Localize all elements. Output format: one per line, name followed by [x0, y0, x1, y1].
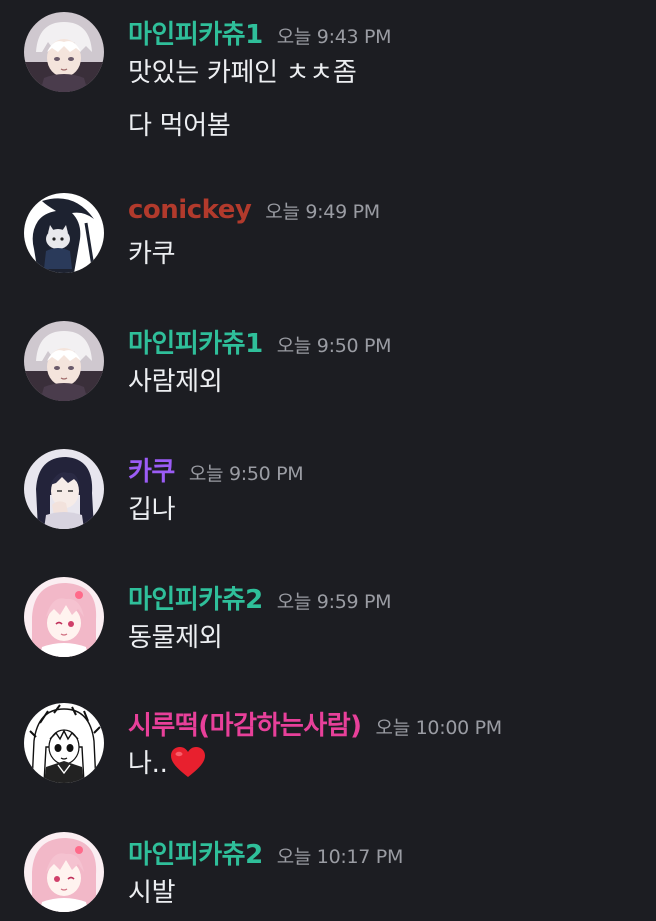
username[interactable]: 마인피카츄2 — [128, 834, 263, 871]
message-text: 깁나 — [128, 495, 176, 525]
username[interactable]: 마인피카츄2 — [128, 579, 263, 616]
grim-reaper-cat-avatar[interactable] — [24, 193, 104, 273]
message-text: 시발 — [128, 878, 176, 908]
message-header: 마인피카츄2 오늘 10:17 PM — [128, 834, 403, 871]
dark-haired-girl-avatar[interactable] — [24, 449, 104, 529]
username[interactable]: 시루떡(마감하는사람) — [128, 705, 362, 742]
message-text-content: 나.. — [128, 749, 168, 779]
manga-sketch-avatar[interactable] — [24, 703, 104, 783]
message-text: 다 먹어봄 — [128, 111, 231, 141]
red-heart-emoji — [170, 746, 206, 785]
pink-haired-girl-avatar[interactable] — [24, 577, 104, 657]
message-header: 마인피카츄2 오늘 9:59 PM — [128, 579, 392, 616]
message-text: 사람제외 — [128, 367, 223, 397]
username[interactable]: 카쿠 — [128, 451, 175, 488]
timestamp: 오늘 9:59 PM — [276, 591, 392, 613]
username[interactable]: conickey — [128, 195, 252, 225]
message-header: 마인피카츄1 오늘 9:50 PM — [128, 323, 392, 360]
timestamp: 오늘 10:00 PM — [375, 717, 503, 739]
message-header: 카쿠 오늘 9:50 PM — [128, 451, 304, 488]
message-text: 맛있는 카페인 ㅊㅊ좀 — [128, 58, 357, 88]
message-header: 마인피카츄1 오늘 9:43 PM — [128, 14, 392, 51]
chat-message-list: 마인피카츄1 오늘 9:43 PM 맛있는 카페인 ㅊㅊ좀 다 먹어봄 coni… — [0, 0, 656, 921]
pink-haired-girl-avatar[interactable] — [24, 832, 104, 912]
timestamp: 오늘 9:43 PM — [276, 26, 392, 48]
message-text: 동물제외 — [128, 623, 223, 653]
white-haired-boy-avatar[interactable] — [24, 12, 104, 92]
message-text: 카쿠 — [128, 239, 176, 269]
timestamp: 오늘 10:17 PM — [276, 846, 404, 868]
message-header: 시루떡(마감하는사람) 오늘 10:00 PM — [128, 705, 502, 742]
message-text: 나.. — [128, 743, 206, 785]
timestamp: 오늘 9:50 PM — [276, 335, 392, 357]
message-header: conickey 오늘 9:49 PM — [128, 195, 380, 225]
username[interactable]: 마인피카츄1 — [128, 323, 263, 360]
username[interactable]: 마인피카츄1 — [128, 14, 263, 51]
timestamp: 오늘 9:50 PM — [188, 463, 304, 485]
white-haired-boy-avatar[interactable] — [24, 321, 104, 401]
timestamp: 오늘 9:49 PM — [265, 201, 380, 223]
